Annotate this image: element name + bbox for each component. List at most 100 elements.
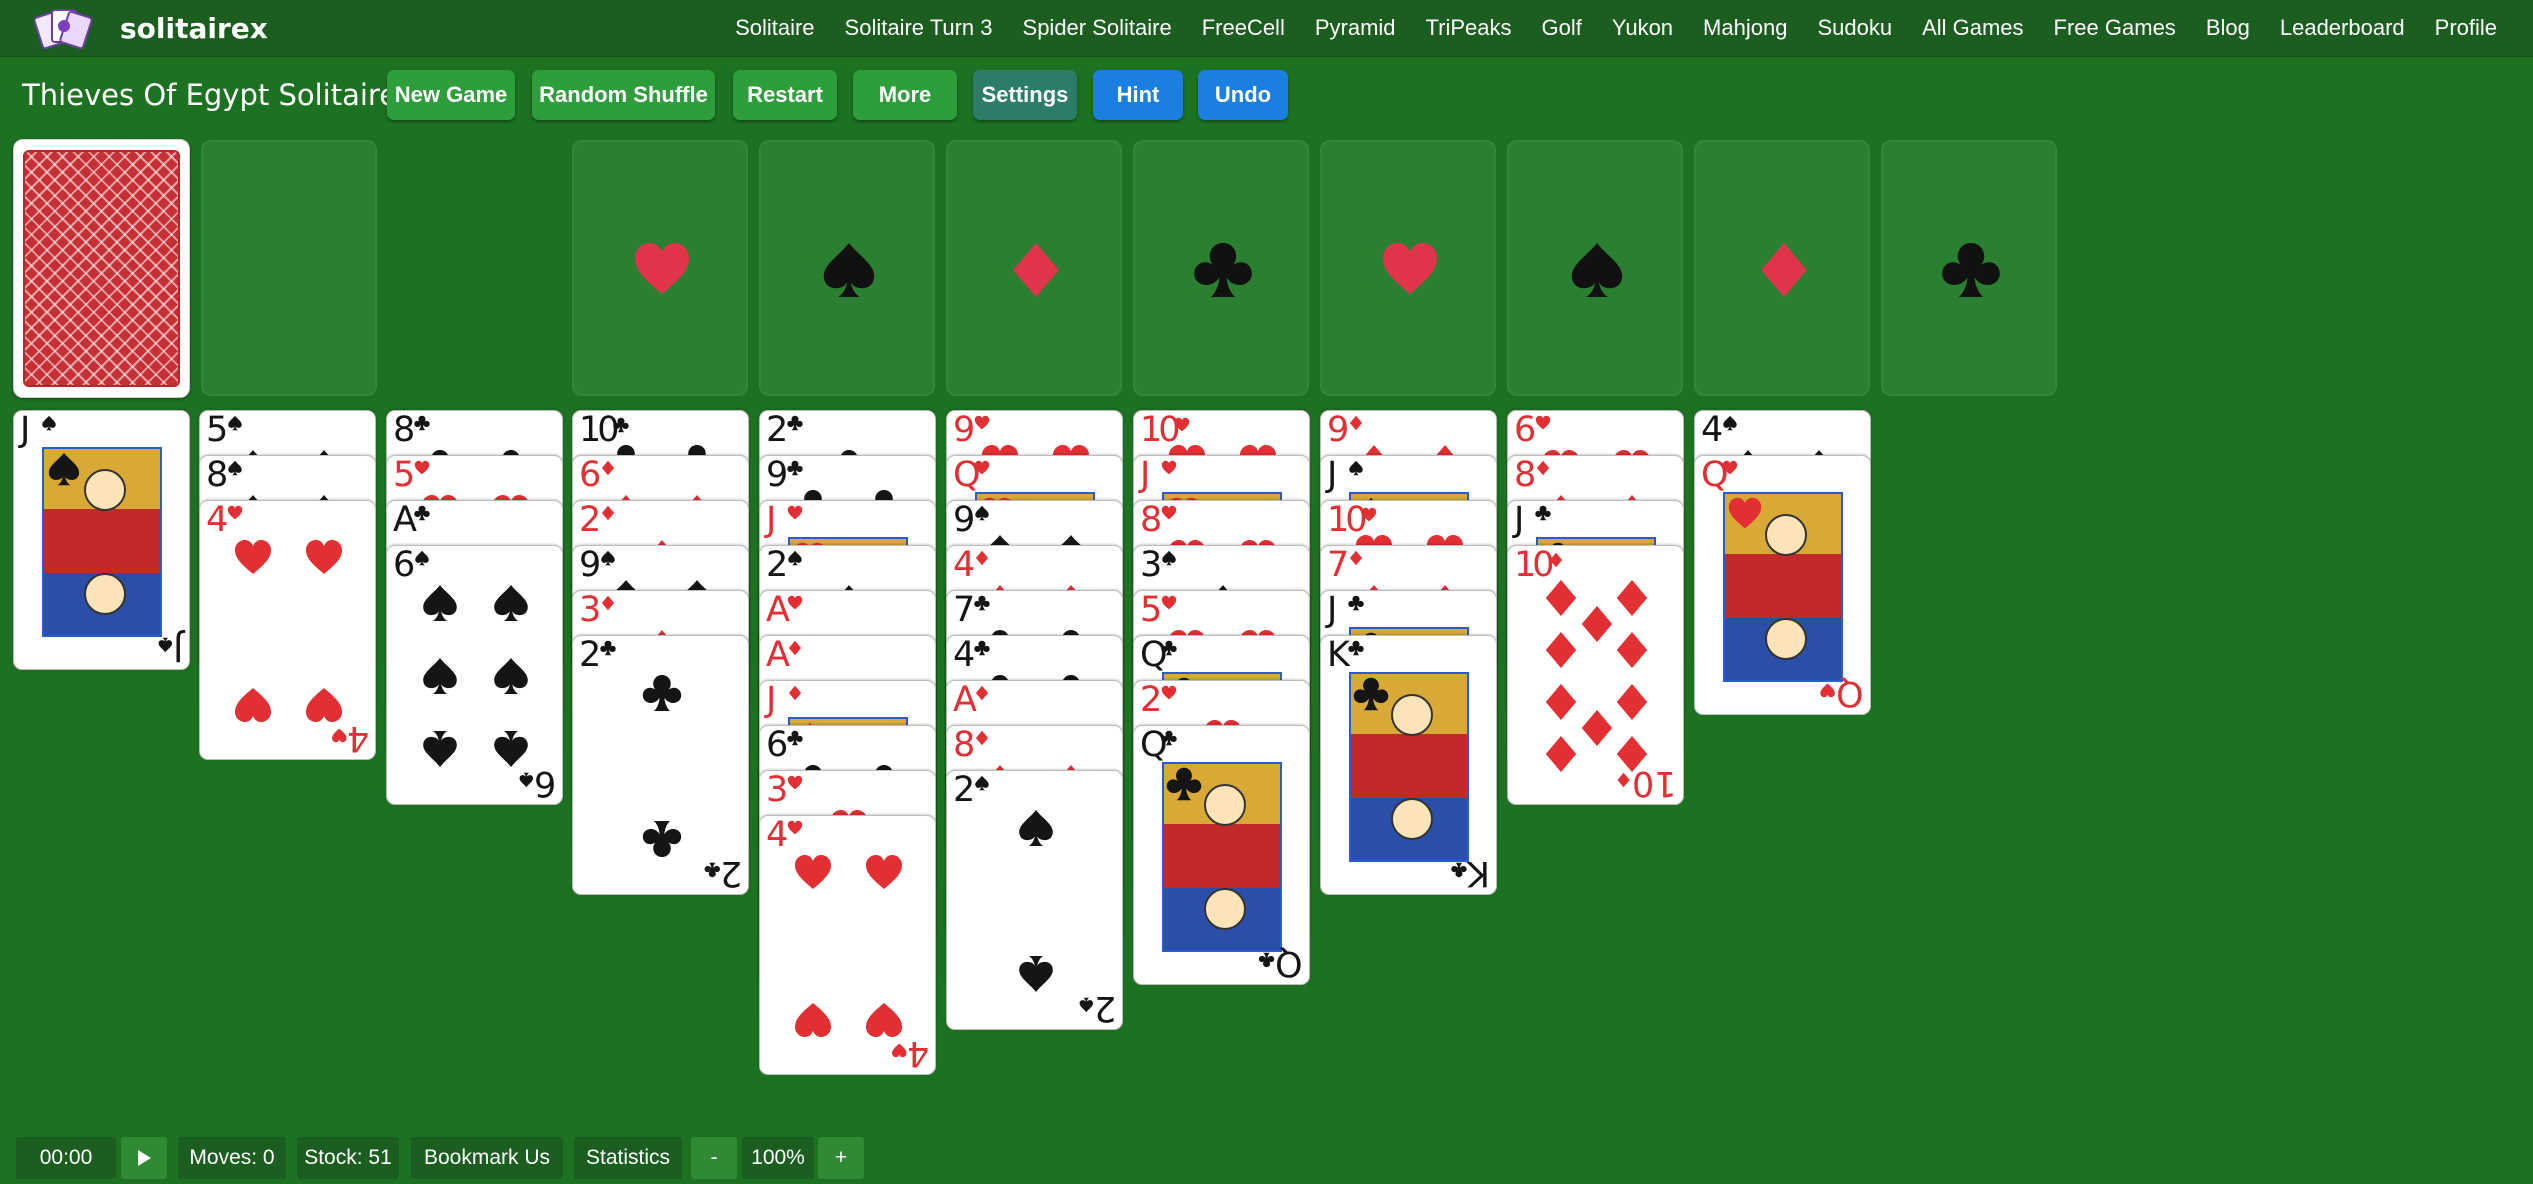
club-icon [1348,595,1364,617]
heart-icon [974,460,990,475]
spade-icon [423,658,457,694]
foundation-spade[interactable] [759,140,935,396]
heart-icon [227,505,243,527]
club-icon [1353,677,1389,711]
nav-link-profile[interactable]: Profile [2435,15,2497,41]
card-K-of-clubs[interactable]: KK [1320,635,1497,895]
spade-icon [423,730,457,767]
club-icon [642,820,681,857]
foundation-spade[interactable] [1507,140,1683,396]
nav-link-spider-solitaire[interactable]: Spider Solitaire [1023,15,1172,41]
diamond-icon [1616,632,1648,668]
card-rank: 3 [579,590,601,630]
card-rank: 8 [1140,500,1162,540]
card-rank: 9 [579,545,601,585]
heart-icon [891,1043,906,1058]
heart-icon [1722,460,1738,482]
card-10-of-diamonds[interactable]: 10 10 [1507,545,1684,805]
nav-link-yukon[interactable]: Yukon [1612,15,1673,41]
brand-name[interactable]: solitairex [120,12,268,45]
card-rank: J [1327,590,1337,630]
nav-link-tripeaks[interactable]: TriPeaks [1426,15,1512,41]
nav-link-solitaire-turn-3[interactable]: Solitaire Turn 3 [845,15,993,41]
card-rank: J [766,680,776,720]
play-button[interactable] [121,1137,167,1179]
cards-logo-icon[interactable] [34,6,92,50]
nav-link-blog[interactable]: Blog [2206,15,2250,41]
statistics-button[interactable]: Statistics [574,1137,682,1179]
nav-link-leaderboard[interactable]: Leaderboard [2280,15,2405,41]
nav-link-freecell[interactable]: FreeCell [1202,15,1285,41]
heart-icon [1535,415,1551,437]
heart-icon [1161,595,1177,610]
heart-icon [1174,417,1190,432]
card-2-of-spades[interactable]: 22 [946,770,1123,1030]
card-rank: J [766,500,776,540]
spade-icon [518,772,533,788]
heart-icon [787,775,803,790]
card-rank: 9 [953,410,975,450]
spade-icon [974,775,990,797]
card-rank: J [1514,500,1524,540]
card-4-of-hearts[interactable]: 44 [759,815,936,1075]
heart-icon [974,415,990,437]
card-corner-rank: K [1451,849,1490,893]
nav-link-sudoku[interactable]: Sudoku [1817,15,1892,41]
spade-icon [601,550,615,566]
spade-icon [227,415,243,437]
stock-pile[interactable] [13,139,190,398]
more-button[interactable]: More [853,70,957,120]
random-shuffle-button[interactable]: Random Shuffle [532,70,715,120]
nav-link-golf[interactable]: Golf [1542,15,1582,41]
nav-link-solitaire[interactable]: Solitaire [735,15,814,41]
heart-icon [1728,497,1762,529]
hint-button[interactable]: Hint [1093,70,1183,120]
restart-button[interactable]: Restart [733,70,837,120]
spade-icon [48,452,80,486]
new-game-button[interactable]: New Game [387,70,515,120]
diamond-icon [1536,460,1550,476]
settings-button[interactable]: Settings [973,70,1077,120]
card-6-of-spades[interactable]: 66 [386,545,563,805]
top-navigation-bar: solitairex Solitaire Solitaire Turn 3 Sp… [0,0,2533,57]
nav-link-all-games[interactable]: All Games [1922,15,2023,41]
foundation-club[interactable] [1133,140,1309,396]
diamond-icon [1581,606,1612,642]
card-rank: 2 [766,410,788,450]
foundation-heart[interactable] [1320,140,1496,396]
heart-icon [1161,685,1177,707]
spade-icon [1161,550,1177,572]
card-Q-of-clubs[interactable]: QQ [1133,725,1310,985]
foundation-club[interactable] [1881,140,2057,396]
card-J-of-spades[interactable]: JJ [13,410,190,670]
bookmark-button[interactable]: Bookmark Us [411,1137,563,1179]
card-corner-rank: J [157,624,183,668]
spade-icon [157,637,172,653]
undo-button[interactable]: Undo [1198,70,1288,120]
spade-icon [1722,415,1738,437]
nav-link-free-games[interactable]: Free Games [2054,15,2176,41]
zoom-out-button[interactable]: - [691,1137,737,1179]
card-rank: 4 [953,635,975,675]
nav-link-mahjong[interactable]: Mahjong [1703,15,1787,41]
foundation-diamond[interactable] [946,140,1122,396]
card-2-of-clubs[interactable]: 22 [572,635,749,895]
club-icon [787,460,803,476]
card-rank: A [766,635,790,675]
zoom-in-button[interactable]: + [818,1137,864,1179]
card-rank: 4 [206,500,228,540]
foundation-diamond[interactable] [1694,140,1870,396]
club-icon [787,460,803,482]
card-4-of-hearts[interactable]: 44 [199,500,376,760]
waste-pile[interactable] [201,140,377,396]
club-icon [642,675,681,712]
foundation-heart[interactable] [572,140,748,396]
diamond-icon [1349,550,1363,566]
heart-icon [1535,415,1551,430]
card-corner-rank: 6 [518,759,556,803]
nav-link-pyramid[interactable]: Pyramid [1315,15,1396,41]
heart-icon [1161,595,1177,617]
heart-icon [331,728,346,743]
heart-icon [1361,507,1377,529]
card-Q-of-hearts[interactable]: QQ [1694,455,1871,715]
